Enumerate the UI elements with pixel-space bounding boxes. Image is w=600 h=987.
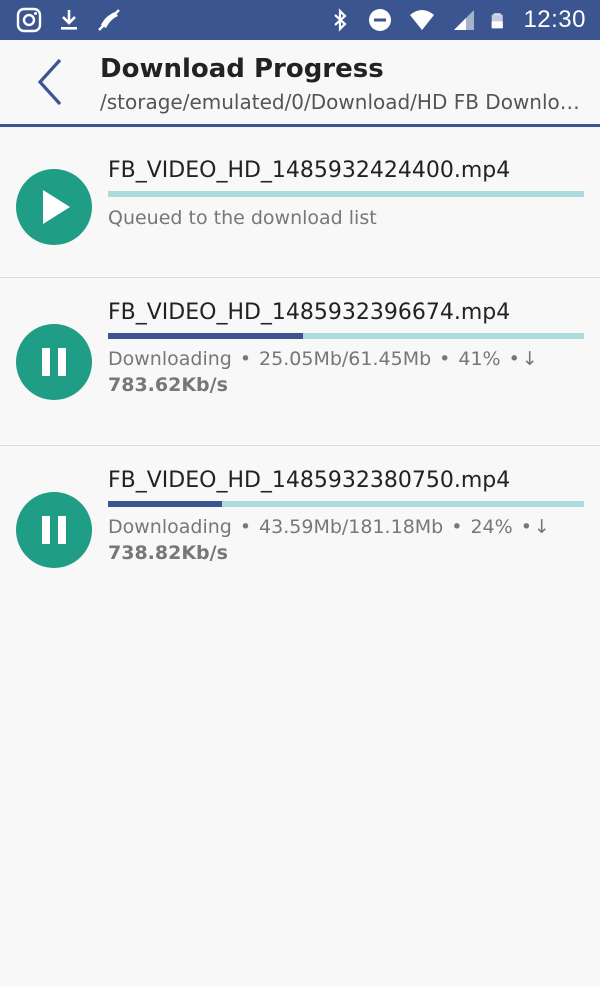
speed-label: 783.62Kb/s [108,374,228,396]
signal-icon [454,10,475,30]
page-title: Download Progress [100,54,384,84]
status-text: Downloading • 43.59Mb/181.18Mb • 24% • ↓ [108,516,588,538]
progress-fill [108,501,223,507]
separator: • [439,348,451,370]
bluetooth-icon [334,8,348,32]
status-bar: 12:30 [0,0,600,40]
progress-bar [108,501,584,507]
state-label: Downloading [108,516,232,538]
size-label: 25.05Mb/61.45Mb [259,348,432,370]
download-item: FB_VIDEO_HD_1485932396674.mp4 Downloadin… [0,278,600,446]
separator: • [520,516,532,538]
percent-label: 41% [458,348,501,370]
down-arrow-icon: ↓ [521,348,538,370]
instagram-icon [16,7,42,33]
file-name: FB_VIDEO_HD_1485932424400.mp4 [108,158,511,183]
separator: • [451,516,463,538]
status-text: Downloading • 25.05Mb/61.45Mb • 41% • ↓ [108,348,588,370]
speed-label: 738.82Kb/s [108,542,228,564]
app-bar: Download Progress /storage/emulated/0/Do… [0,40,600,127]
pause-button[interactable] [16,492,92,568]
pause-icon [42,516,66,544]
download-item: FB_VIDEO_HD_1485932424400.mp4 Queued to … [0,127,600,278]
percent-label: 24% [470,516,513,538]
state-label: Downloading [108,348,232,370]
file-name: FB_VIDEO_HD_1485932396674.mp4 [108,300,511,325]
file-name: FB_VIDEO_HD_1485932380750.mp4 [108,468,511,493]
separator: • [239,516,252,538]
size-label: 43.59Mb/181.18Mb [259,516,444,538]
battery-icon [492,13,504,29]
status-text: Queued to the download list [108,207,377,229]
pause-icon [42,348,66,376]
resume-button[interactable] [16,169,92,245]
pause-button[interactable] [16,324,92,400]
progress-bar [108,191,584,197]
download-path: /storage/emulated/0/Download/HD FB Downl… [100,90,586,114]
separator: • [508,348,520,370]
separator: • [239,348,252,370]
download-list: FB_VIDEO_HD_1485932424400.mp4 Queued to … [0,127,600,606]
download-item: FB_VIDEO_HD_1485932380750.mp4 Downloadin… [0,446,600,606]
down-arrow-icon: ↓ [533,516,550,538]
progress-fill [108,333,304,339]
phone-mute-icon [98,9,120,31]
clock: 12:30 [523,6,586,33]
do-not-disturb-icon [369,9,392,31]
play-icon [43,190,70,224]
download-icon [61,10,77,30]
back-arrow-icon[interactable] [26,54,76,110]
wifi-icon [410,10,435,30]
progress-bar [108,333,584,339]
